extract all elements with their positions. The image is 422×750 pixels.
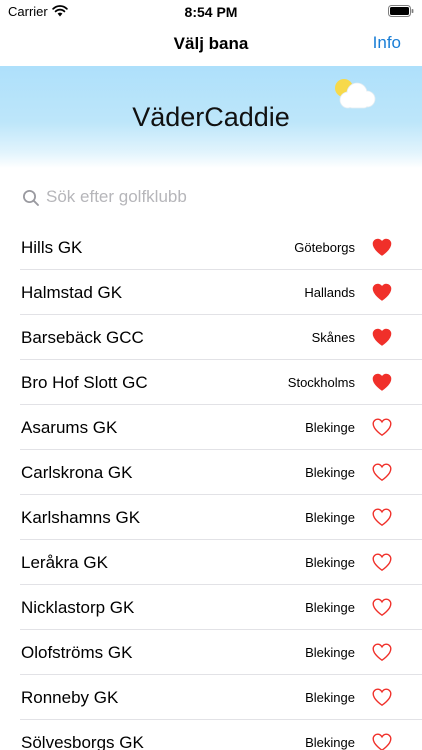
search-input[interactable] (46, 184, 386, 210)
app-banner: VäderCaddie (0, 66, 422, 168)
club-name: Barsebäck GCC (21, 328, 144, 347)
club-row[interactable]: Halmstad GK Hallands (0, 270, 422, 315)
club-region: Blekinge (305, 510, 355, 525)
club-region: Stockholms (287, 375, 355, 390)
heart-outline-icon[interactable] (372, 418, 392, 436)
club-name: Sölvesborgs GK (21, 733, 144, 750)
club-name: Ronneby GK (21, 688, 119, 707)
club-name: Leråkra GK (21, 553, 108, 572)
heart-outline-icon[interactable] (372, 688, 392, 706)
navigation-bar: Välj bana Info (0, 24, 422, 64)
search-icon (23, 190, 39, 206)
heart-filled-icon[interactable] (372, 283, 392, 301)
club-region: Blekinge (305, 735, 355, 750)
club-name: Bro Hof Slott GC (21, 373, 148, 392)
heart-outline-icon[interactable] (372, 553, 392, 571)
heart-outline-icon[interactable] (372, 598, 392, 616)
club-row[interactable]: Karlshamns GK Blekinge (0, 495, 422, 540)
club-region: Blekinge (305, 420, 355, 435)
club-row[interactable]: Nicklastorp GK Blekinge (0, 585, 422, 630)
heart-outline-icon[interactable] (372, 733, 392, 750)
heart-outline-icon[interactable] (372, 508, 392, 526)
club-region: Blekinge (305, 645, 355, 660)
club-region: Blekinge (305, 600, 355, 615)
heart-outline-icon[interactable] (372, 643, 392, 661)
heart-outline-icon[interactable] (372, 463, 392, 481)
club-region: Göteborgs (294, 240, 355, 255)
status-time: 8:54 PM (184, 4, 238, 20)
club-region: Blekinge (305, 690, 355, 705)
club-row[interactable]: Leråkra GK Blekinge (0, 540, 422, 585)
club-name: Halmstad GK (21, 283, 123, 302)
club-row[interactable]: Barsebäck GCC Skånes (0, 315, 422, 360)
club-region: Blekinge (305, 555, 355, 570)
club-name: Nicklastorp GK (21, 598, 135, 617)
heart-filled-icon[interactable] (372, 328, 392, 346)
club-row[interactable]: Hills GK Göteborgs (0, 225, 422, 270)
club-row[interactable]: Carlskrona GK Blekinge (0, 450, 422, 495)
club-row[interactable]: Ronneby GK Blekinge (0, 675, 422, 720)
heart-filled-icon[interactable] (372, 373, 392, 391)
club-region: Skånes (311, 330, 355, 345)
club-region: Blekinge (305, 465, 355, 480)
heart-filled-icon[interactable] (372, 238, 392, 256)
club-name: Karlshamns GK (21, 508, 141, 527)
club-row[interactable]: Sölvesborgs GK Blekinge (0, 720, 422, 750)
club-name: Hills GK (21, 238, 83, 257)
status-bar: Carrier 8:54 PM (0, 0, 422, 24)
page-title: Välj bana (173, 34, 249, 53)
club-region: Hallands (304, 285, 355, 300)
club-row[interactable]: Bro Hof Slott GC Stockholms (0, 360, 422, 405)
club-list: Hills GK Göteborgs Halmstad GK Hallands Bars… (0, 225, 422, 750)
battery-icon (388, 5, 414, 17)
club-name: Olofströms GK (21, 643, 133, 662)
club-row[interactable]: Olofströms GK Blekinge (0, 630, 422, 675)
club-name: Carlskrona GK (21, 463, 133, 482)
club-row[interactable]: Asarums GK Blekinge (0, 405, 422, 450)
app-logo-title: VäderCaddie (132, 102, 290, 132)
club-name: Asarums GK (21, 418, 118, 437)
search-bar[interactable] (20, 180, 402, 214)
info-button[interactable]: Info (373, 33, 401, 53)
